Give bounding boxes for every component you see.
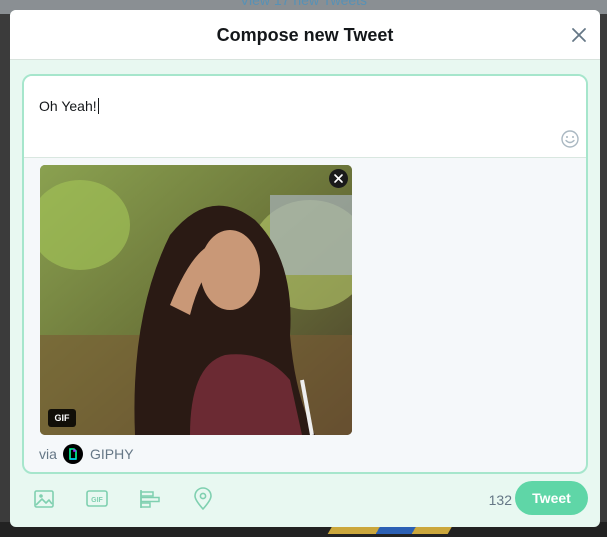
gif-attachment: GIF <box>40 165 352 435</box>
emoji-button[interactable] <box>560 129 580 149</box>
location-icon <box>194 487 212 510</box>
svg-text:GIF: GIF <box>91 497 103 504</box>
close-icon <box>334 174 343 183</box>
gif-preview-image <box>40 165 352 435</box>
gif-icon: GIF <box>86 490 108 507</box>
add-location-button[interactable] <box>190 486 216 512</box>
tweet-button[interactable]: Tweet <box>515 481 588 515</box>
backdrop-image <box>327 526 453 534</box>
remove-gif-button[interactable] <box>329 169 348 188</box>
tweet-composer: Oh Yeah! GIF via GIPHY <box>22 74 588 474</box>
giphy-source-label: GIPHY <box>90 446 134 462</box>
smiley-icon <box>561 130 579 148</box>
compose-tweet-dialog: Compose new Tweet Oh Yeah! GIF via GIPHY… <box>10 10 600 527</box>
tweet-text-input[interactable]: Oh Yeah! <box>24 76 586 158</box>
add-poll-button[interactable] <box>137 486 163 512</box>
image-icon <box>34 490 54 508</box>
add-media-button[interactable] <box>31 486 57 512</box>
tweet-text-value: Oh Yeah! <box>39 98 97 114</box>
add-gif-button[interactable]: GIF <box>84 486 110 512</box>
close-button[interactable] <box>568 24 590 46</box>
poll-icon <box>140 490 160 508</box>
via-label: via <box>39 446 57 462</box>
dialog-title: Compose new Tweet <box>216 25 394 45</box>
character-counter: 132 <box>488 492 512 508</box>
dialog-header: Compose new Tweet <box>10 10 600 60</box>
composer-toolbar: GIF 132 Tweet <box>10 480 600 520</box>
text-caret <box>97 98 99 114</box>
gif-badge: GIF <box>48 409 76 427</box>
new-tweets-link: View 17 new Tweets <box>239 0 368 8</box>
close-icon <box>572 28 586 42</box>
giphy-logo-icon <box>63 444 83 464</box>
